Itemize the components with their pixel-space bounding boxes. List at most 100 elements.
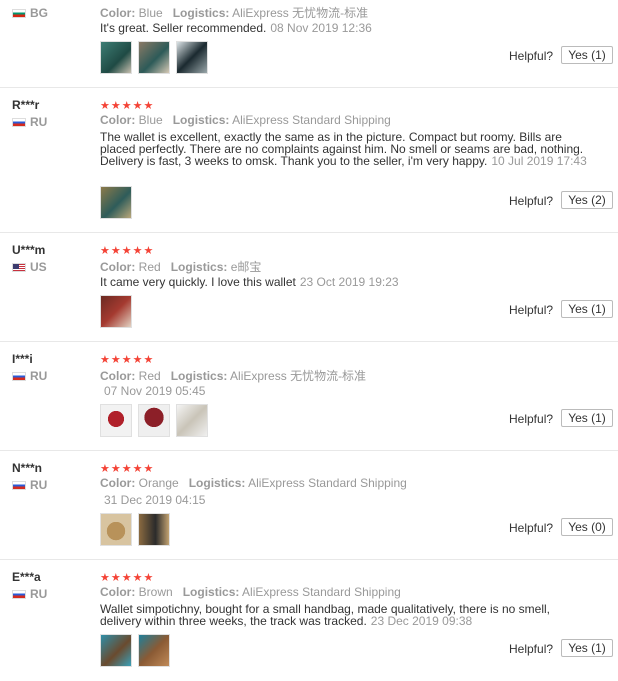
- review-text: It's great. Seller recommended. 08 Nov 20…: [100, 22, 590, 34]
- logistics-label: Logistics:: [182, 585, 240, 599]
- country-code: US: [30, 260, 47, 274]
- color-value: Orange: [138, 476, 179, 490]
- logistics-value: AliExpress Standard Shipping: [232, 113, 391, 127]
- rating-stars: ★★★★★: [100, 245, 155, 257]
- review-image-thumbnail[interactable]: [176, 41, 208, 74]
- review-item: E***a RU ★★★★★ Color: Brown Logistics: A…: [0, 560, 618, 681]
- russia-flag-icon: [12, 480, 26, 490]
- logistics-label: Logistics:: [172, 113, 230, 127]
- review-body: Wallet simpotichny, bought for a small h…: [100, 602, 550, 628]
- review-image-thumbnail[interactable]: [138, 404, 170, 437]
- review-meta: Color: Blue Logistics: AliExpress Standa…: [100, 113, 391, 127]
- review-meta: Color: Red Logistics: e邮宝: [100, 258, 261, 275]
- color-label: Color:: [100, 585, 136, 599]
- review-images: [100, 404, 208, 437]
- color-label: Color:: [100, 369, 136, 383]
- review-date: 08 Nov 2019 12:36: [270, 21, 372, 35]
- helpful-yes-button[interactable]: Yes (1): [561, 409, 613, 427]
- country-code: RU: [30, 115, 48, 129]
- color-label: Color:: [100, 260, 136, 274]
- review-text: It came very quickly. I love this wallet…: [100, 276, 590, 288]
- color-label: Color:: [100, 113, 136, 127]
- russia-flag-icon: [12, 371, 26, 381]
- review-date: 23 Dec 2019 09:38: [370, 614, 473, 628]
- helpful-yes-button[interactable]: Yes (1): [561, 300, 613, 318]
- russia-flag-icon: [12, 589, 26, 599]
- helpful-yes-button[interactable]: Yes (1): [561, 46, 613, 64]
- logistics-label: Logistics:: [172, 6, 230, 20]
- reviewer-country: US: [12, 260, 47, 274]
- review-image-thumbnail[interactable]: [138, 41, 170, 74]
- logistics-label: Logistics:: [170, 260, 228, 274]
- usa-flag-icon: [12, 262, 26, 272]
- logistics-value: e邮宝: [230, 260, 262, 274]
- rating-stars: ★★★★★: [100, 100, 155, 112]
- rating-stars: ★★★★★: [100, 572, 155, 584]
- review-images: [100, 634, 170, 667]
- reviewer-name: N***n: [12, 461, 43, 475]
- logistics-value: AliExpress Standard Shipping: [242, 585, 401, 599]
- reviewer-country: BG: [12, 6, 48, 20]
- review-image-thumbnail[interactable]: [100, 186, 132, 219]
- review-image-thumbnail[interactable]: [100, 295, 132, 328]
- color-value: Blue: [138, 6, 163, 20]
- review-meta: Color: Orange Logistics: AliExpress Stan…: [100, 476, 407, 490]
- review-image-thumbnail[interactable]: [100, 634, 132, 667]
- review-images: [100, 186, 132, 219]
- reviewer-country: RU: [12, 369, 47, 383]
- russia-flag-icon: [12, 117, 26, 127]
- review-item: R***r RU ★★★★★ Color: Blue Logistics: Al…: [0, 88, 618, 233]
- review-meta: Color: Blue Logistics: AliExpress 无忧物流-标…: [100, 4, 368, 21]
- review-image-thumbnail[interactable]: [100, 41, 132, 74]
- color-value: Red: [138, 260, 161, 274]
- country-code: RU: [30, 369, 48, 383]
- color-value: Blue: [138, 113, 163, 127]
- logistics-label: Logistics:: [188, 476, 246, 490]
- review-images: [100, 41, 208, 74]
- review-item: U***m US ★★★★★ Color: Red Logistics: e邮宝…: [0, 233, 618, 342]
- reviewer-country: RU: [12, 115, 47, 129]
- logistics-value: AliExpress Standard Shipping: [248, 476, 407, 490]
- review-body: It came very quickly. I love this wallet: [100, 275, 296, 289]
- bulgaria-flag-icon: [12, 8, 26, 18]
- helpful-label: Helpful?: [509, 194, 554, 208]
- review-image-thumbnail[interactable]: [138, 634, 170, 667]
- reviewer-country: RU: [12, 478, 47, 492]
- reviewer-name: R***r: [12, 98, 40, 112]
- review-image-thumbnail[interactable]: [100, 404, 132, 437]
- review-text: 31 Dec 2019 04:15: [100, 494, 590, 506]
- rating-stars: ★★★★★: [100, 463, 155, 475]
- helpful-label: Helpful?: [509, 412, 554, 426]
- color-value: Red: [138, 369, 161, 383]
- review-date: 23 Oct 2019 19:23: [299, 275, 399, 289]
- review-text: The wallet is excellent, exactly the sam…: [100, 131, 590, 167]
- review-image-thumbnail[interactable]: [176, 404, 208, 437]
- rating-stars: ★★★★★: [100, 354, 155, 366]
- logistics-value: AliExpress 无忧物流-标准: [232, 6, 369, 20]
- country-code: RU: [30, 478, 48, 492]
- review-date: 07 Nov 2019 05:45: [104, 384, 206, 398]
- logistics-label: Logistics:: [170, 369, 228, 383]
- helpful-yes-button[interactable]: Yes (2): [561, 191, 613, 209]
- helpful-label: Helpful?: [509, 303, 554, 317]
- review-image-thumbnail[interactable]: [100, 513, 132, 546]
- logistics-value: AliExpress 无忧物流-标准: [230, 369, 367, 383]
- review-item: BG Color: Blue Logistics: AliExpress 无忧物…: [0, 0, 618, 88]
- country-code: BG: [30, 6, 48, 20]
- review-item: N***n RU ★★★★★ Color: Orange Logistics: …: [0, 451, 618, 560]
- review-meta: Color: Red Logistics: AliExpress 无忧物流-标准: [100, 367, 366, 384]
- color-label: Color:: [100, 476, 136, 490]
- helpful-label: Helpful?: [509, 642, 554, 656]
- review-date: 10 Jul 2019 17:43: [491, 154, 587, 168]
- country-code: RU: [30, 587, 48, 601]
- review-item: I***i RU ★★★★★ Color: Red Logistics: Ali…: [0, 342, 618, 451]
- reviewer-name: U***m: [12, 243, 46, 257]
- reviewer-country: RU: [12, 587, 47, 601]
- helpful-yes-button[interactable]: Yes (0): [561, 518, 613, 536]
- review-meta: Color: Brown Logistics: AliExpress Stand…: [100, 585, 401, 599]
- review-text: 07 Nov 2019 05:45: [100, 385, 590, 397]
- review-images: [100, 295, 132, 328]
- color-label: Color:: [100, 6, 136, 20]
- helpful-yes-button[interactable]: Yes (1): [561, 639, 613, 657]
- review-image-thumbnail[interactable]: [138, 513, 170, 546]
